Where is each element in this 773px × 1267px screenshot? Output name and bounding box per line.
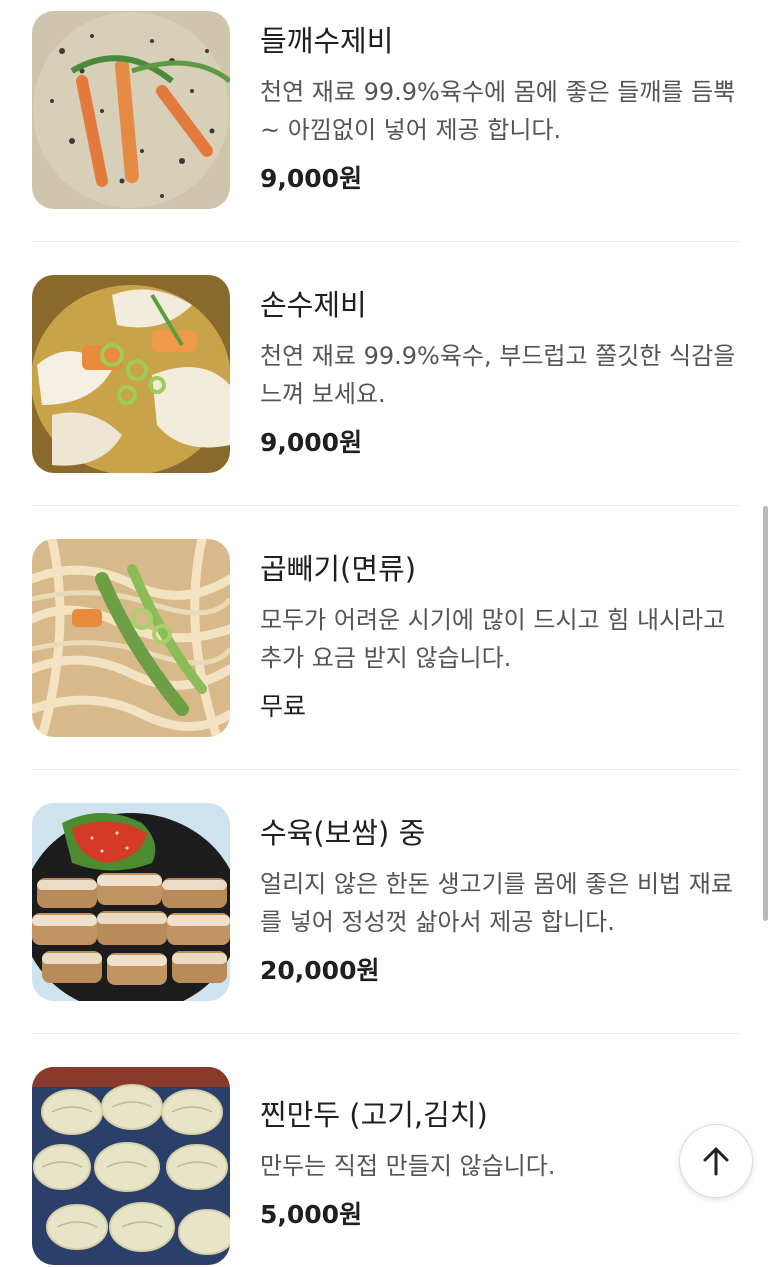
menu-item-description: 모두가 어려운 시기에 많이 드시고 힘 내시라고 추가 요금 받지 않습니다.: [260, 606, 726, 672]
menu-item-name: 찐만두 (고기,김치): [260, 1098, 488, 1132]
menu-item-name: 곱빼기(면류): [260, 552, 417, 586]
menu-item-perilla-sujebi[interactable]: 들깨수제비 천연 재료 99.9%육수에 몸에 좋은 들깨를 듬뿍~ 아낌없이 …: [32, 11, 742, 211]
menu-item-price: 9,000원: [260, 428, 363, 457]
divider: [32, 1033, 742, 1034]
scroll-to-top-button[interactable]: [679, 1124, 753, 1198]
menu-item-bossam[interactable]: 수육(보쌈) 중 얼리지 않은 한돈 생고기를 몸에 좋은 비법 재료를 넣어 …: [32, 803, 742, 1003]
perilla-sujebi-photo: [32, 11, 230, 209]
menu-item-price: 무료: [260, 692, 307, 721]
hand-sujebi-photo: [32, 275, 230, 473]
menu-item-description: 천연 재료 99.9%육수에 몸에 좋은 들깨를 듬뿍~ 아낌없이 넣어 제공 …: [260, 78, 736, 144]
menu-item-hand-sujebi[interactable]: 손수제비 천연 재료 99.9%육수, 부드럽고 쫄깃한 식감을 느껴 보세요.…: [32, 275, 742, 475]
menu-item-name: 들깨수제비: [260, 24, 394, 58]
divider: [32, 505, 742, 506]
scrollbar[interactable]: [763, 506, 768, 921]
divider: [32, 241, 742, 242]
menu-item-description: 얼리지 않은 한돈 생고기를 몸에 좋은 비법 재료를 넣어 정성껏 삶아서 제…: [260, 870, 733, 936]
bossam-photo: [32, 803, 230, 1001]
menu-item-gopbaegi[interactable]: 곱빼기(면류) 모두가 어려운 시기에 많이 드시고 힘 내시라고 추가 요금 …: [32, 539, 742, 739]
steamed-dumplings-photo: [32, 1067, 230, 1265]
divider: [32, 769, 742, 770]
menu-item-steamed-dumplings[interactable]: 찐만두 (고기,김치) 만두는 직접 만들지 않습니다. 5,000원: [32, 1067, 742, 1267]
arrow-up-icon: [703, 1147, 729, 1176]
menu-item-price: 5,000원: [260, 1200, 363, 1229]
noodle-bowl-photo: [32, 539, 230, 737]
menu-item-description: 천연 재료 99.9%육수, 부드럽고 쫄깃한 식감을 느껴 보세요.: [260, 342, 736, 408]
menu-item-name: 수육(보쌈) 중: [260, 816, 426, 850]
menu-item-description: 만두는 직접 만들지 않습니다.: [260, 1152, 556, 1180]
menu-item-name: 손수제비: [260, 288, 367, 322]
menu-item-price: 20,000원: [260, 956, 380, 985]
menu-item-price: 9,000원: [260, 164, 363, 193]
